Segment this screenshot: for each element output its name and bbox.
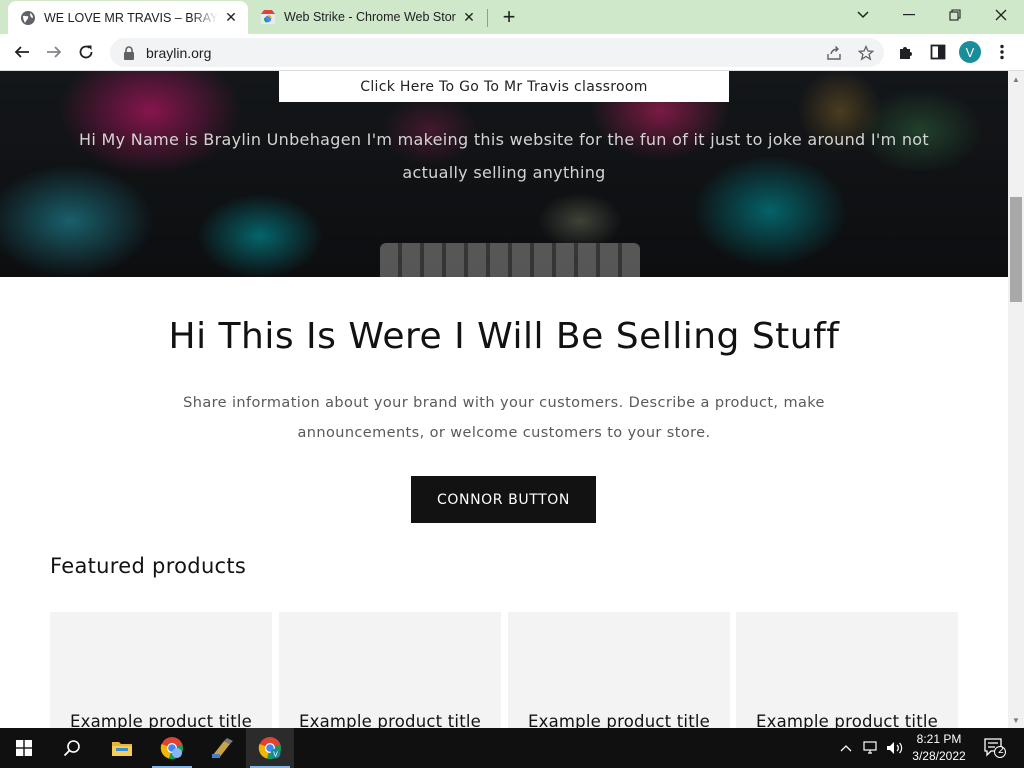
chrome-profile-icon[interactable]: V [246, 728, 294, 768]
brand-description: Share information about your brand with … [183, 395, 825, 441]
tab-strip: WE LOVE MR TRAVIS – BRAYLIN.ORG ✕ Web St… [0, 0, 1024, 34]
product-title[interactable]: Example product title [508, 712, 730, 728]
extensions-puzzle-icon[interactable] [896, 42, 916, 62]
page-headline: Hi This Is Were I Will Be Selling Stuff [168, 316, 840, 357]
network-icon[interactable] [860, 728, 882, 768]
browser-toolbar: braylin.org V [0, 34, 1024, 71]
page-scrollbar[interactable]: ▲ ▼ [1008, 71, 1024, 728]
windows-taskbar: V 8:21 PM 3/28/2022 2 [0, 728, 1024, 768]
clock-time: 8:21 PM [916, 732, 962, 746]
profile-avatar[interactable]: V [959, 41, 981, 63]
product-title[interactable]: Example product title [279, 712, 501, 728]
featured-products-heading: Featured products [50, 554, 247, 578]
scrollbar-thumb[interactable] [1010, 197, 1022, 302]
menu-kebab-icon[interactable] [992, 42, 1012, 62]
tab-title: WE LOVE MR TRAVIS – BRAYLIN.ORG [44, 10, 218, 25]
connor-button[interactable]: CONNOR BUTTON [411, 476, 596, 523]
back-icon[interactable] [8, 38, 36, 66]
product-card[interactable]: Example product title [50, 612, 272, 728]
product-card[interactable]: Example product title [279, 612, 501, 728]
product-title[interactable]: Example product title [50, 712, 272, 728]
side-panel-icon[interactable] [928, 42, 948, 62]
url-text: braylin.org [146, 44, 212, 61]
file-explorer-icon[interactable] [98, 728, 146, 768]
page-viewport: Click Here To Go To Mr Travis classroom … [0, 71, 1008, 728]
address-bar[interactable]: braylin.org [110, 38, 884, 67]
tab-search-icon[interactable] [840, 0, 886, 30]
notification-count-badge: 2 [997, 745, 1005, 756]
svg-text:V: V [273, 751, 278, 759]
reload-icon[interactable] [72, 38, 100, 66]
minimize-icon[interactable] [886, 0, 932, 30]
new-tab-icon[interactable]: + [497, 4, 521, 29]
bookmark-star-icon[interactable] [857, 44, 875, 62]
tab-web-strike[interactable]: Web Strike - Chrome Web Store ✕ [250, 0, 486, 34]
tool-app-icon[interactable] [198, 728, 246, 768]
scroll-up-arrow-icon[interactable]: ▲ [1008, 71, 1024, 87]
classroom-link-button[interactable]: Click Here To Go To Mr Travis classroom [279, 71, 729, 102]
restore-icon[interactable] [932, 0, 978, 30]
close-window-icon[interactable] [978, 0, 1024, 30]
product-card[interactable]: Example product title [736, 612, 958, 728]
show-hidden-icons-chevron-icon[interactable] [836, 728, 856, 768]
forward-icon[interactable] [40, 38, 68, 66]
start-icon[interactable] [0, 728, 48, 768]
globe-icon [20, 10, 36, 26]
system-clock[interactable]: 8:21 PM 3/28/2022 [906, 731, 972, 765]
tab-title: Web Strike - Chrome Web Store [284, 10, 456, 24]
lock-icon[interactable] [122, 45, 136, 60]
hero-text: Hi My Name is Braylin Unbehagen I'm make… [79, 130, 929, 182]
notifications-icon[interactable]: 2 [980, 728, 1010, 768]
chrome-icon[interactable] [148, 728, 196, 768]
chrome-web-store-icon [260, 9, 276, 25]
close-tab-icon[interactable]: ✕ [460, 8, 478, 26]
search-icon[interactable] [48, 728, 96, 768]
product-card[interactable]: Example product title [508, 612, 730, 728]
tab-braylin[interactable]: WE LOVE MR TRAVIS – BRAYLIN.ORG ✕ [8, 1, 248, 34]
clock-date: 3/28/2022 [912, 749, 966, 763]
scroll-down-arrow-icon[interactable]: ▼ [1008, 712, 1024, 728]
hero-banner: Click Here To Go To Mr Travis classroom … [0, 71, 1008, 277]
close-tab-icon[interactable]: ✕ [222, 9, 240, 27]
product-title[interactable]: Example product title [736, 712, 958, 728]
share-icon[interactable] [825, 44, 843, 62]
volume-icon[interactable] [884, 728, 906, 768]
tab-separator [487, 9, 488, 27]
